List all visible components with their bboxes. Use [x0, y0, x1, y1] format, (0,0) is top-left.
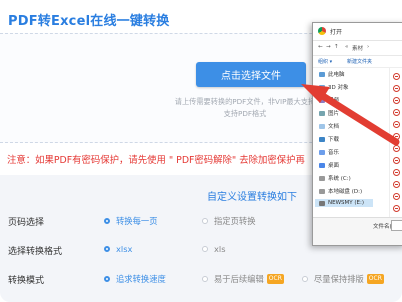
file-name-input[interactable]	[391, 220, 402, 231]
converter-page: PDF转Excel在线一键转换 点击选择文件 请上传需要转换的PDF文件，非VI…	[0, 0, 402, 302]
radio-checked-icon[interactable]	[104, 218, 110, 224]
radio-checked-icon[interactable]	[104, 246, 110, 252]
pdf-file-icon[interactable]	[393, 169, 400, 176]
nav-pictures[interactable]: 图片	[319, 109, 339, 117]
option-layout-mode[interactable]: 尽量保持排版 OCR	[302, 273, 384, 285]
usb-drive-icon	[319, 200, 325, 206]
option-xlsx[interactable]: xlsx	[104, 244, 132, 254]
option-xls[interactable]: xls	[202, 244, 226, 254]
mode-select-label: 转换模式	[8, 276, 45, 286]
address-overflow[interactable]: «	[345, 44, 348, 50]
pdf-file-icon[interactable]	[393, 205, 400, 212]
pdf-file-icon[interactable]	[393, 97, 400, 104]
ocr-badge: OCR	[266, 274, 284, 284]
video-icon	[319, 97, 325, 103]
chrome-icon	[318, 27, 326, 35]
open-file-dialog[interactable]: 打开 ← → ↑ « 素材 › 组织 ▾ 新建文件夹 此电脑 3D 对象 视频 …	[312, 22, 402, 246]
address-folder[interactable]: 素材	[352, 44, 363, 52]
radio-unchecked-icon[interactable]	[302, 276, 308, 282]
organize-menu[interactable]: 组织 ▾	[318, 58, 332, 65]
nav-music[interactable]: 音乐	[319, 148, 339, 156]
pdf-file-icon[interactable]	[393, 157, 400, 164]
back-arrow-icon[interactable]: ←	[318, 44, 323, 50]
pdf-file-icon[interactable]	[393, 181, 400, 188]
nav-3d-objects[interactable]: 3D 对象	[319, 83, 348, 91]
radio-unchecked-icon[interactable]	[202, 246, 208, 252]
pdf-file-icon[interactable]	[393, 85, 400, 92]
ocr-badge: OCR	[366, 274, 384, 284]
address-chevron[interactable]: ›	[367, 44, 369, 50]
page-title: PDF转Excel在线一键转换	[8, 14, 170, 29]
up-arrow-icon[interactable]: ↑	[334, 44, 339, 50]
nav-desktop[interactable]: 桌面	[319, 161, 339, 169]
new-folder-button[interactable]: 新建文件夹	[347, 58, 372, 65]
cube-icon	[319, 84, 325, 90]
pdf-file-icon[interactable]	[393, 109, 400, 116]
pdf-file-icon[interactable]	[393, 73, 400, 80]
dialog-titlebar[interactable]: 打开	[313, 23, 402, 41]
radio-unchecked-icon[interactable]	[202, 218, 208, 224]
download-icon	[319, 136, 325, 142]
option-all-pages[interactable]: 转换每一页	[104, 215, 158, 227]
dialog-title: 打开	[330, 29, 343, 36]
nav-this-pc[interactable]: 此电脑	[319, 70, 345, 78]
nav-documents[interactable]: 文档	[319, 122, 339, 130]
pdf-file-icon[interactable]	[393, 133, 400, 140]
radio-checked-icon[interactable]	[104, 276, 110, 282]
document-icon	[319, 123, 325, 129]
upload-hint: 请上传需要转换的PDF文件，非VIP最大支持	[174, 97, 316, 106]
radio-unchecked-icon[interactable]	[202, 276, 208, 282]
format-hint: 支持PDF格式	[223, 109, 267, 118]
dialog-nav-pane: 此电脑 3D 对象 视频 图片 文档 下载 音乐 桌面 系统 (C:) 本地磁盘…	[313, 67, 375, 217]
drive-icon	[319, 175, 325, 181]
nav-videos[interactable]: 视频	[319, 96, 339, 104]
forward-arrow-icon[interactable]: →	[326, 44, 331, 50]
option-editable-mode[interactable]: 易于后续编辑 OCR	[202, 273, 284, 285]
nav-downloads[interactable]: 下载	[319, 135, 339, 143]
drive-icon	[319, 188, 325, 194]
settings-title: 自定义设置转换如下	[207, 192, 297, 203]
desktop-icon	[319, 162, 325, 168]
picture-icon	[319, 110, 325, 116]
dialog-file-list	[389, 67, 402, 217]
nav-drive-c[interactable]: 系统 (C:)	[319, 174, 351, 182]
option-specific-pages[interactable]: 指定页转换	[202, 215, 256, 227]
dialog-footer: 文件名(N):	[313, 217, 402, 245]
address-bar[interactable]: ← → ↑ « 素材 ›	[313, 40, 402, 56]
select-file-button[interactable]: 点击选择文件	[196, 62, 306, 87]
pdf-file-icon[interactable]	[393, 121, 400, 128]
format-select-label: 选择转换格式	[8, 247, 63, 257]
nav-drive-e[interactable]: NEWSMY (E:)	[315, 199, 373, 207]
music-icon	[319, 149, 325, 155]
pdf-file-icon[interactable]	[393, 193, 400, 200]
nav-drive-d[interactable]: 本地磁盘 (D:)	[319, 187, 362, 195]
page-select-label: 页码选择	[8, 218, 45, 228]
pdf-file-icon[interactable]	[393, 145, 400, 152]
option-speed-mode[interactable]: 追求转换速度	[104, 273, 166, 285]
computer-icon	[319, 71, 325, 77]
password-warning: 注意：如果PDF有密码保护，请先使用 " PDF密码解除" 去除加密保护再	[7, 155, 305, 166]
